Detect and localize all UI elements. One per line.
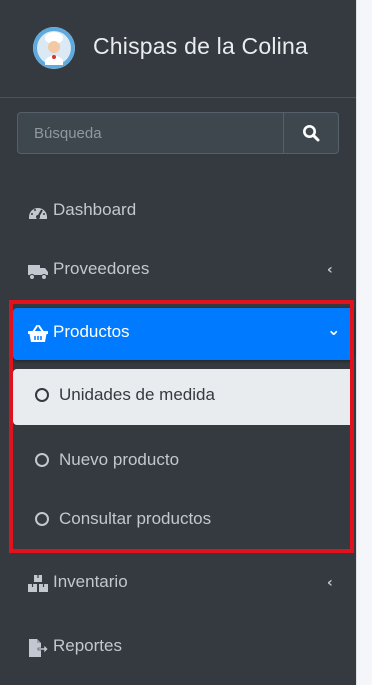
chef-avatar-icon	[33, 27, 75, 69]
content-edge	[356, 0, 372, 685]
brand-link[interactable]: Chispas de la Colina	[0, 0, 356, 98]
shopping-basket-icon	[28, 325, 48, 342]
chevron-left-icon: ‹	[327, 575, 333, 591]
warehouse-icon	[28, 575, 48, 592]
search-icon	[303, 125, 320, 142]
main-sidebar: Chispas de la Colina Dashboard Proveedor…	[0, 0, 356, 685]
chevron-left-icon: ‹	[327, 262, 333, 278]
tachometer-icon	[29, 208, 47, 219]
brand-name: Chispas de la Colina	[93, 33, 308, 59]
subnav-item-consultar-productos[interactable]: Consultar productos	[13, 493, 354, 549]
nav-label-proveedores: Proveedores	[53, 259, 150, 278]
nav-label-inventario: Inventario	[53, 572, 128, 591]
nav-label-reportes: Reportes	[53, 636, 122, 655]
sidebar-search	[17, 112, 339, 154]
subnav-item-nuevo-producto[interactable]: Nuevo producto	[13, 434, 354, 490]
chevron-down-icon: ⌄	[327, 320, 341, 339]
nav-item-reportes[interactable]: Reportes	[13, 620, 354, 676]
circle-outline-icon	[35, 453, 49, 467]
nav-label-productos: Productos	[53, 322, 130, 341]
file-export-icon	[29, 639, 49, 657]
nav-item-dashboard[interactable]: Dashboard	[13, 184, 354, 240]
nav-label-dashboard: Dashboard	[53, 200, 137, 219]
subnav-label: Nuevo producto	[59, 450, 180, 469]
subnav-label: Unidades de medida	[59, 385, 215, 404]
search-input[interactable]	[17, 112, 283, 154]
nav-item-proveedores[interactable]: Proveedores ‹	[13, 243, 354, 299]
circle-outline-icon	[35, 388, 49, 402]
search-button[interactable]	[283, 112, 339, 154]
truck-icon	[28, 265, 48, 280]
subnav-item-unidades-de-medida[interactable]: Unidades de medida	[13, 369, 354, 425]
circle-outline-icon	[35, 512, 49, 526]
nav-item-inventario[interactable]: Inventario ‹	[13, 556, 354, 612]
subnav-label: Consultar productos	[59, 509, 212, 528]
nav-item-productos[interactable]: Productos ⌄	[13, 308, 354, 360]
